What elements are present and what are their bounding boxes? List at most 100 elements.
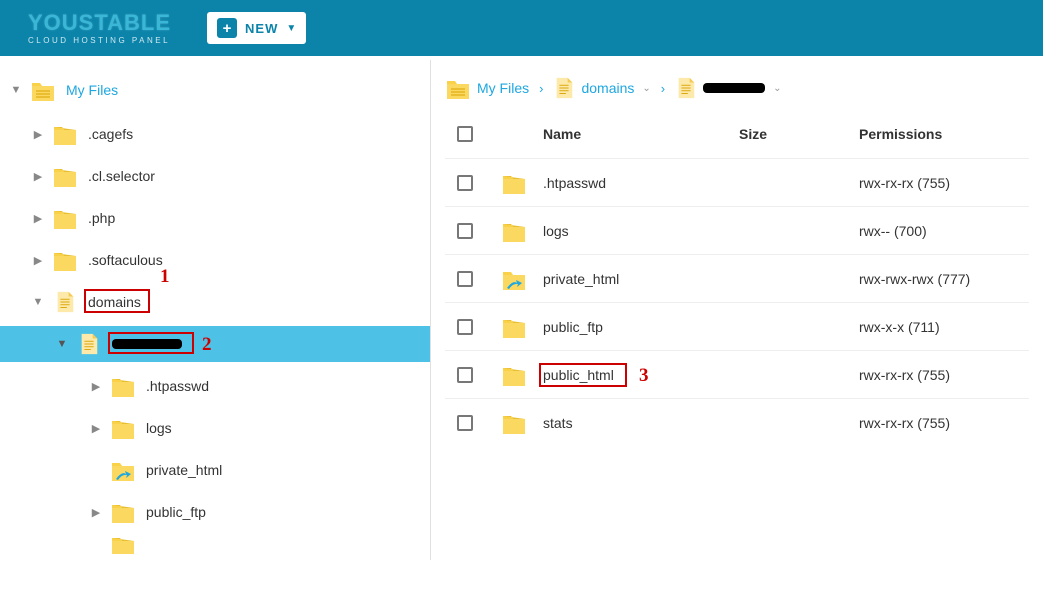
folder-icon (501, 412, 527, 434)
table-row[interactable]: public_ftp rwx-x-x (711) (445, 302, 1029, 350)
caret-down-icon[interactable]: ⌄ (642, 83, 650, 94)
table-row[interactable]: .htpasswd rwx-rx-rx (755) (445, 158, 1029, 206)
folder-icon (110, 417, 136, 439)
breadcrumb-domain-current[interactable]: ⌄ (675, 75, 781, 101)
row-checkbox[interactable] (457, 175, 473, 191)
tree-item-softaculous[interactable]: ▶ .softaculous (0, 242, 430, 278)
cell-name: .htpasswd (543, 175, 739, 191)
row-checkbox[interactable] (457, 223, 473, 239)
redacted-text (112, 339, 182, 349)
breadcrumb-label (703, 80, 765, 96)
tree-item-private-html[interactable]: ▶ private_html (0, 452, 430, 488)
tree-item-php[interactable]: ▶ .php (0, 200, 430, 236)
table-row[interactable]: logs rwx-- (700) (445, 206, 1029, 254)
tree-label: .softaculous (88, 252, 163, 268)
cell-name: public_ftp (543, 319, 739, 335)
folder-shortcut-icon (501, 268, 527, 290)
table-header-row: Name Size Permissions (445, 110, 1029, 158)
expand-icon[interactable]: ▶ (30, 252, 46, 268)
annotation-number-2: 2 (202, 334, 212, 356)
caret-down-icon: ▼ (286, 23, 296, 34)
cell-perm: rwx-rx-rx (755) (859, 175, 1029, 191)
tree-label: public_ftp (146, 504, 206, 520)
tree-children-root: ▶ .cagefs ▶ .cl.selector ▶ .php ▶ (0, 116, 430, 554)
row-checkbox[interactable] (457, 319, 473, 335)
cell-name: public_html (543, 367, 739, 383)
chevron-right-icon: › (539, 81, 543, 96)
new-button-label: NEW (245, 21, 278, 36)
tree-item-public-ftp[interactable]: ▶ public_ftp (0, 494, 430, 530)
table-row[interactable]: stats rwx-rx-rx (755) (445, 398, 1029, 446)
breadcrumb-label: domains (581, 80, 634, 96)
tree-item-more[interactable]: ▶ (0, 536, 430, 554)
cell-perm: rwx-rx-rx (755) (859, 367, 1029, 383)
collapse-icon[interactable]: ▼ (30, 294, 46, 310)
col-header-size[interactable]: Size (739, 126, 859, 142)
tree-label: .htpasswd (146, 378, 209, 394)
caret-down-icon[interactable]: ⌄ (773, 83, 781, 94)
folder-icon (501, 316, 527, 338)
folder-icon (52, 123, 78, 145)
row-checkbox[interactable] (457, 367, 473, 383)
expand-icon[interactable]: ▶ (88, 420, 104, 436)
cell-perm: rwx-- (700) (859, 223, 1029, 239)
tree-item-logs[interactable]: ▶ logs (0, 410, 430, 446)
tree-label: private_html (146, 462, 222, 478)
collapse-icon[interactable]: ▼ (8, 82, 24, 98)
new-button[interactable]: + NEW ▼ (207, 12, 306, 44)
tree-label: .php (88, 210, 115, 226)
table-row[interactable]: private_html rwx-rwx-rwx (777) (445, 254, 1029, 302)
breadcrumb-domains[interactable]: domains ⌄ (553, 75, 650, 101)
content-panel: My Files › domains ⌄ › ⌄ Name Size Permi… (431, 56, 1043, 560)
collapse-icon[interactable]: ▼ (54, 336, 70, 352)
tree-label: My Files (66, 82, 118, 98)
folder-icon (110, 501, 136, 523)
folder-icon (110, 536, 136, 554)
breadcrumb: My Files › domains ⌄ › ⌄ (445, 66, 1029, 110)
brand-logo: YOUSTABLE CLOUD HOSTING PANEL (28, 12, 171, 45)
expand-icon[interactable]: ▶ (88, 504, 104, 520)
topbar: YOUSTABLE CLOUD HOSTING PANEL + NEW ▼ (0, 0, 1043, 56)
folder-shortcut-icon (110, 459, 136, 481)
col-header-name[interactable]: Name (543, 126, 739, 142)
tree-item-domains[interactable]: ▼ domains 1 (0, 284, 430, 320)
tree-label (112, 336, 182, 352)
folder-icon (110, 375, 136, 397)
tree-label: logs (146, 420, 172, 436)
cell-name: private_html (543, 271, 739, 287)
tree-label: .cagefs (88, 126, 133, 142)
select-all-checkbox[interactable] (457, 126, 473, 142)
brand-name: YOUSTABLE (28, 12, 171, 34)
folder-icon (52, 207, 78, 229)
folder-icon (30, 79, 56, 101)
folder-icon (52, 165, 78, 187)
expand-icon[interactable]: ▶ (30, 210, 46, 226)
tree-root-my-files[interactable]: ▼ My Files (0, 70, 430, 110)
row-checkbox[interactable] (457, 415, 473, 431)
plus-icon: + (217, 18, 237, 38)
expand-icon[interactable]: ▶ (88, 378, 104, 394)
tree-item-clselector[interactable]: ▶ .cl.selector (0, 158, 430, 194)
document-icon (78, 331, 100, 357)
cell-perm: rwx-rx-rx (755) (859, 415, 1029, 431)
folder-icon (445, 77, 471, 99)
document-icon (54, 289, 76, 315)
breadcrumb-my-files[interactable]: My Files (445, 77, 529, 99)
expand-icon[interactable]: ▶ (30, 126, 46, 142)
folder-icon (52, 249, 78, 271)
tree-item-domain-selected[interactable]: ▼ 2 (0, 326, 430, 362)
expand-icon[interactable]: ▶ (30, 168, 46, 184)
tree-label: .cl.selector (88, 168, 155, 184)
document-icon (675, 75, 697, 101)
breadcrumb-label: My Files (477, 80, 529, 96)
tree-item-htpasswd[interactable]: ▶ .htpasswd (0, 368, 430, 404)
chevron-right-icon: › (661, 81, 665, 96)
col-header-perm[interactable]: Permissions (859, 126, 1029, 142)
cell-name: logs (543, 223, 739, 239)
table-row[interactable]: public_html rwx-rx-rx (755) 3 (445, 350, 1029, 398)
file-table: Name Size Permissions .htpasswd rwx-rx-r… (445, 110, 1029, 446)
redacted-text (703, 83, 765, 93)
cell-perm: rwx-rwx-rwx (777) (859, 271, 1029, 287)
row-checkbox[interactable] (457, 271, 473, 287)
tree-item-cagefs[interactable]: ▶ .cagefs (0, 116, 430, 152)
